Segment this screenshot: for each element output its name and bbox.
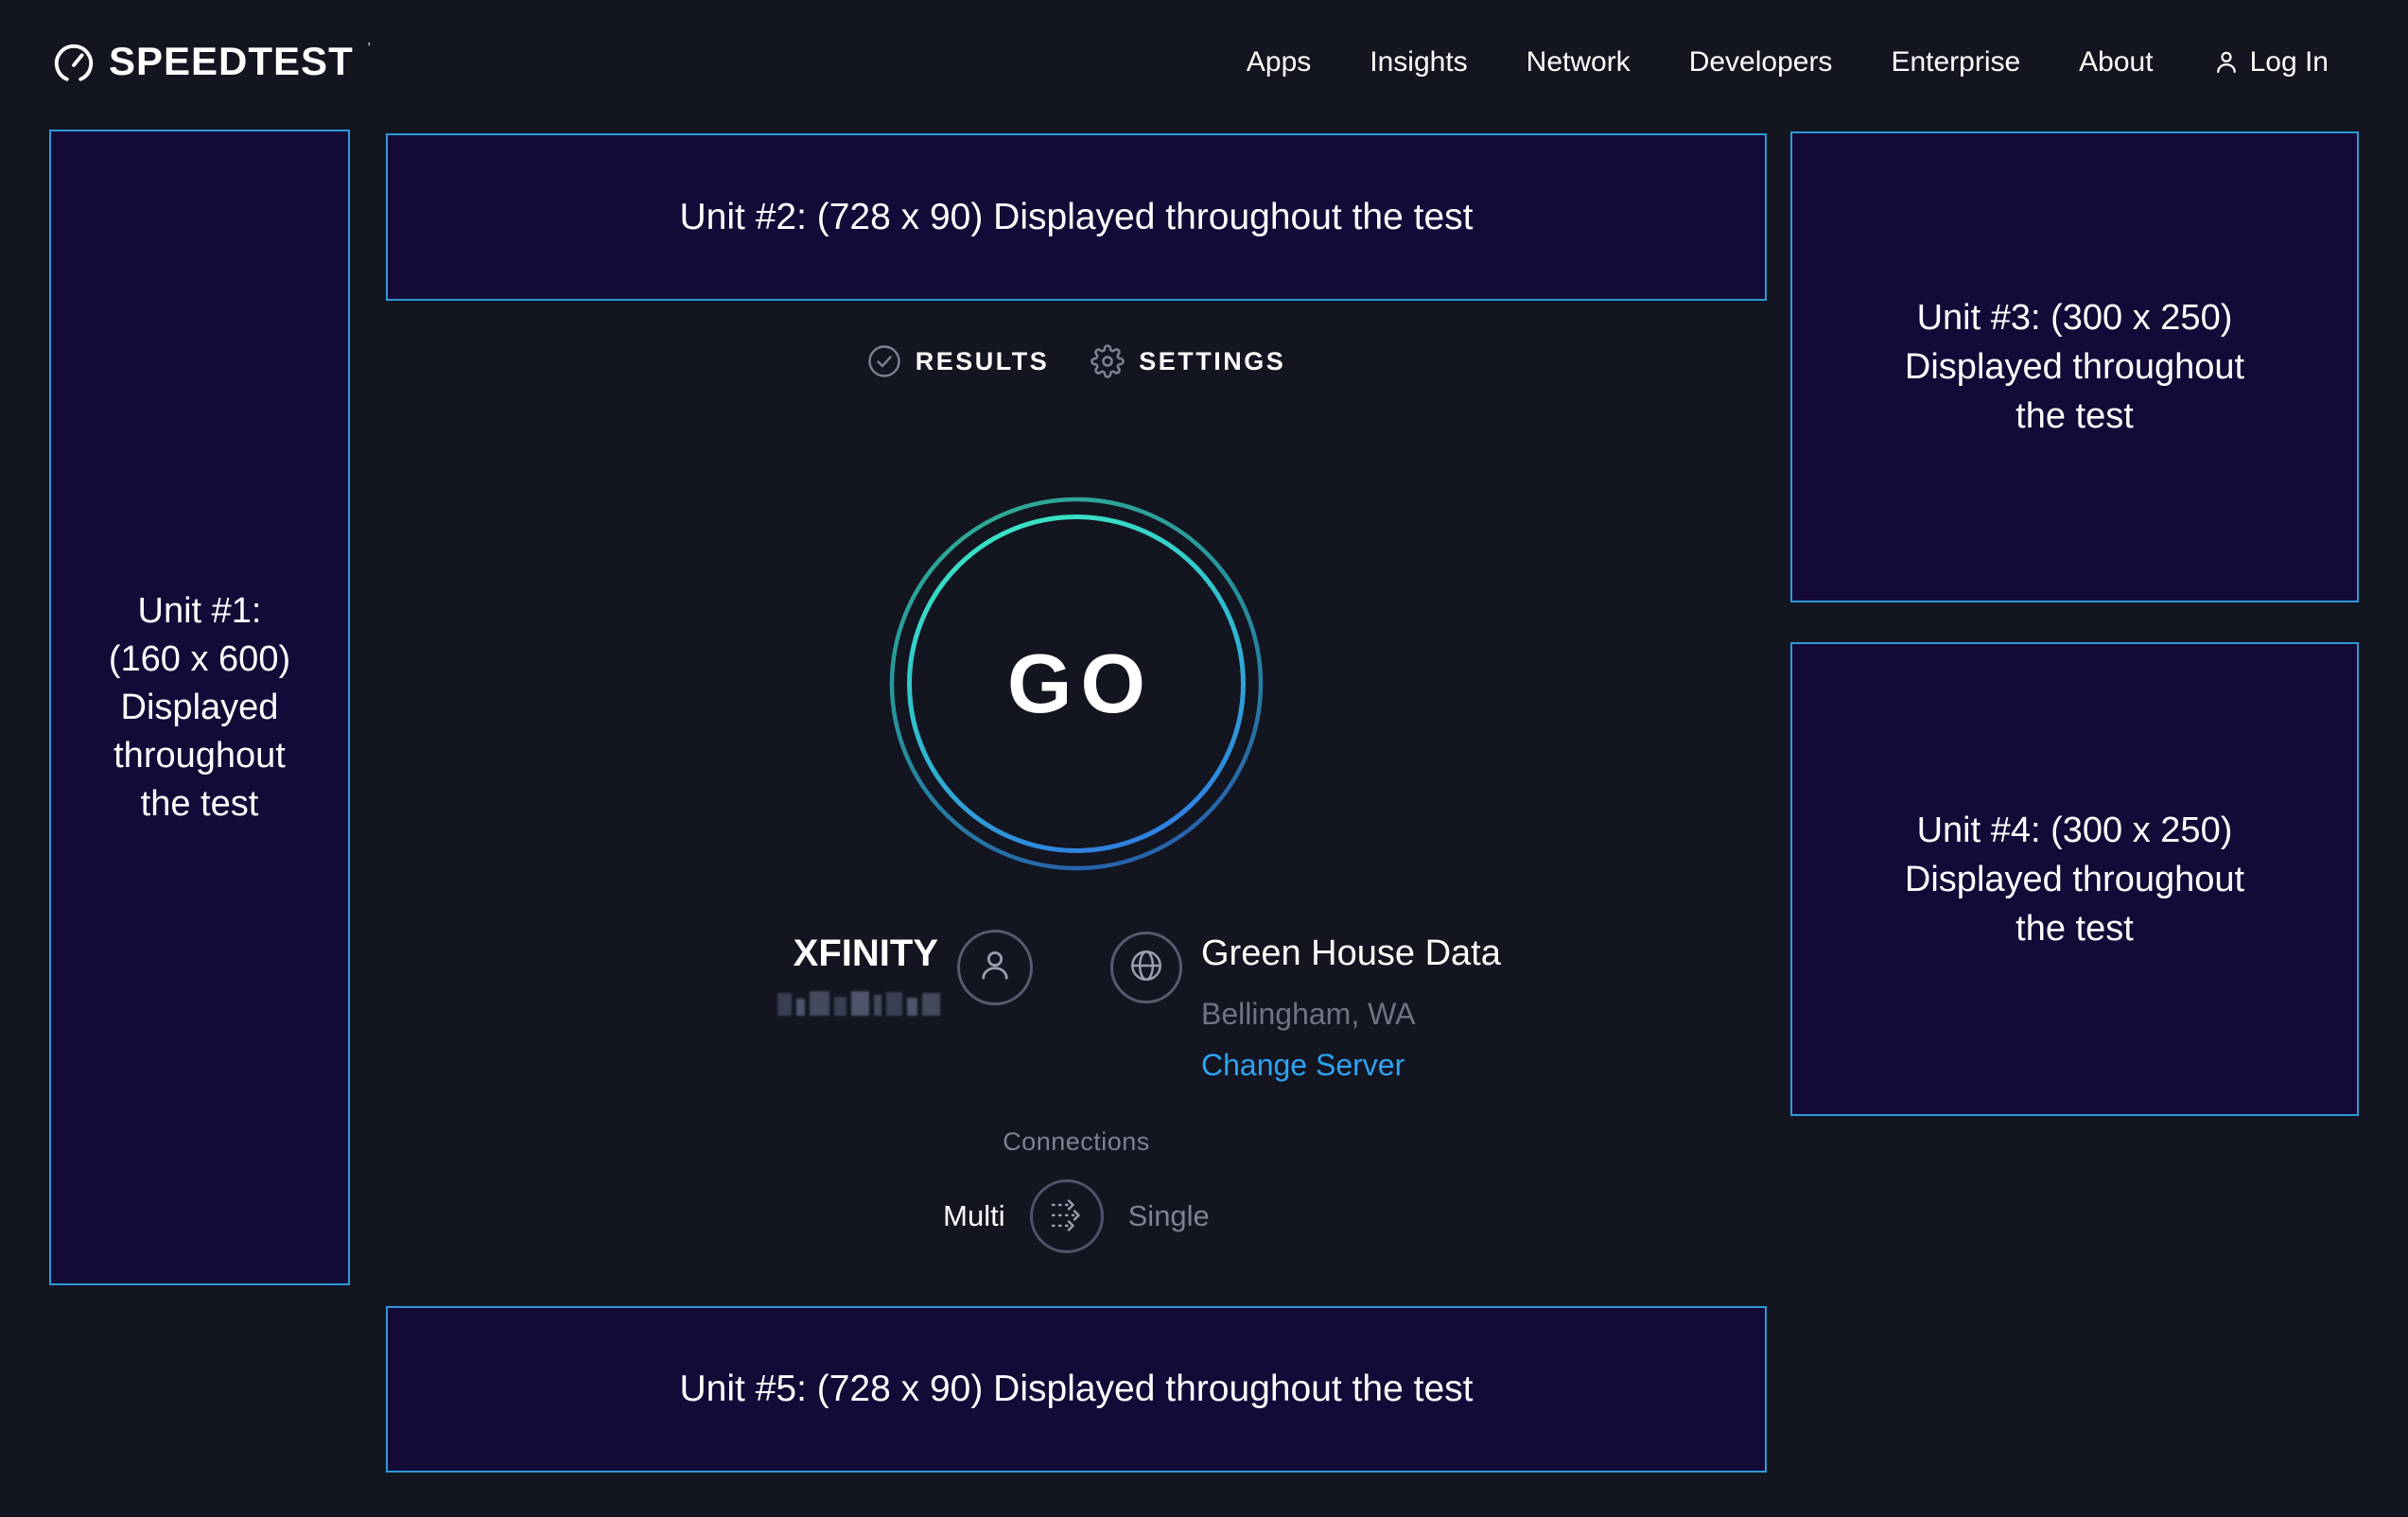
nav-item-about[interactable]: About: [2079, 46, 2153, 78]
globe-icon: [1126, 946, 1166, 990]
isp-ip-redacted: [777, 987, 940, 1016]
speedtest-logo[interactable]: SPEEDTEST ': [52, 40, 371, 85]
ad-unit-3-text: Unit #3: (300 x 250) Displayed throughou…: [1905, 293, 2244, 441]
go-button-label: GO: [887, 495, 1265, 873]
connections-single-label[interactable]: Single: [1128, 1199, 1210, 1233]
ad-unit-1-text: Unit #1: (160 x 600) Displayed throughou…: [109, 587, 290, 828]
gear-icon: [1091, 344, 1125, 378]
connection-mode-toggle[interactable]: [1030, 1179, 1104, 1253]
ad-unit-3[interactable]: Unit #3: (300 x 250) Displayed throughou…: [1790, 131, 2359, 602]
top-nav-bar: SPEEDTEST ' Apps Insights Network Develo…: [0, 0, 2408, 125]
logo-text: SPEEDTEST: [109, 40, 354, 83]
ad-unit-1[interactable]: Unit #1: (160 x 600) Displayed throughou…: [49, 130, 350, 1285]
login-label: Log In: [2250, 46, 2329, 78]
server-info: Green House Data Bellingham, WA Change S…: [1201, 933, 1501, 1082]
tab-settings-label: SETTINGS: [1139, 347, 1285, 376]
server-globe-badge: [1110, 932, 1182, 1003]
ad-unit-4-text: Unit #4: (300 x 250) Displayed throughou…: [1905, 806, 2244, 953]
speedtest-page: SPEEDTEST ' Apps Insights Network Develo…: [0, 0, 2408, 1517]
ad-unit-2[interactable]: Unit #2: (728 x 90) Displayed throughout…: [386, 133, 1767, 301]
logo-trademark: ': [368, 42, 371, 57]
tabs-row: RESULTS SETTINGS: [386, 344, 1767, 378]
nav-item-developers[interactable]: Developers: [1689, 46, 1833, 78]
change-server-link[interactable]: Change Server: [1201, 1048, 1405, 1082]
user-icon: [2212, 48, 2241, 77]
speedometer-icon: [52, 40, 96, 85]
isp-name: XFINITY: [662, 933, 938, 975]
tab-settings[interactable]: SETTINGS: [1091, 344, 1285, 378]
connections-row: Multi Single: [943, 1179, 1210, 1253]
connections-multi-label[interactable]: Multi: [943, 1199, 1004, 1233]
ad-unit-2-text: Unit #2: (728 x 90) Displayed throughout…: [680, 197, 1474, 238]
nav-item-network[interactable]: Network: [1527, 46, 1631, 78]
multi-arrows-icon: [1045, 1194, 1089, 1240]
person-icon: [975, 946, 1015, 990]
nav-item-apps[interactable]: Apps: [1247, 46, 1311, 78]
connections-section: Connections Multi Single: [386, 1127, 1767, 1253]
nav-item-enterprise[interactable]: Enterprise: [1891, 46, 2020, 78]
go-button[interactable]: GO: [887, 495, 1265, 873]
nav-item-insights[interactable]: Insights: [1370, 46, 1467, 78]
tab-results-label: RESULTS: [916, 347, 1050, 376]
ad-unit-5[interactable]: Unit #5: (728 x 90) Displayed throughout…: [386, 1306, 1767, 1473]
connections-title: Connections: [1003, 1127, 1150, 1157]
main-nav: Apps Insights Network Developers Enterpr…: [1247, 46, 2329, 78]
ad-unit-5-text: Unit #5: (728 x 90) Displayed throughout…: [680, 1369, 1474, 1410]
server-name: Green House Data: [1201, 933, 1501, 974]
login-button[interactable]: Log In: [2212, 46, 2329, 78]
tab-results[interactable]: RESULTS: [867, 344, 1050, 378]
check-circle-icon: [867, 344, 901, 378]
ad-unit-4[interactable]: Unit #4: (300 x 250) Displayed throughou…: [1790, 642, 2359, 1116]
server-location: Bellingham, WA: [1201, 997, 1501, 1031]
isp-avatar: [957, 930, 1033, 1005]
